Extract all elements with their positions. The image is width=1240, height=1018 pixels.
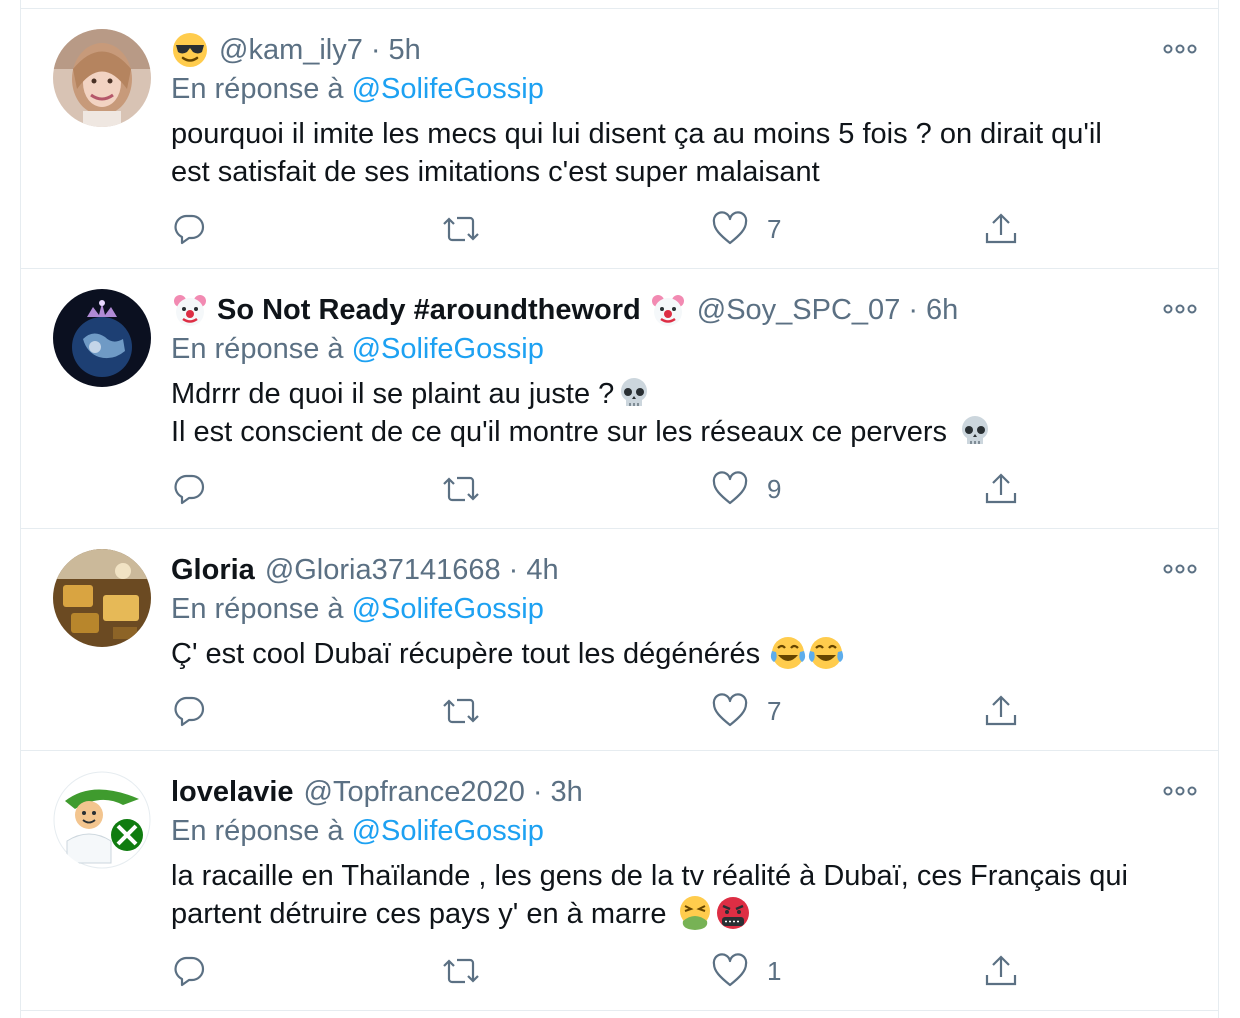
tweet-text: Mdrrr de quoi il se plaint au juste ? Il… bbox=[171, 375, 1181, 451]
tweet-actions: 1 bbox=[171, 951, 1071, 991]
tweet-text-line: Il est conscient de ce qu'il montre sur … bbox=[171, 413, 1181, 451]
sunglasses-emoji bbox=[171, 31, 209, 69]
cursing-emoji bbox=[715, 895, 751, 931]
skull-emoji bbox=[616, 375, 652, 411]
user-handle[interactable]: @kam_ily7 bbox=[219, 34, 363, 67]
tweet-text-line: est satisfait de ses imitations c'est su… bbox=[171, 156, 820, 188]
page: @kam_ily7 · 5h En réponse à @SolifeGossi… bbox=[0, 0, 1240, 1018]
retweet-icon[interactable] bbox=[441, 469, 481, 509]
user-handle[interactable]: @Gloria37141668 bbox=[265, 554, 501, 587]
reply-context: En réponse à @SolifeGossip bbox=[171, 333, 544, 366]
reply-prefix: En réponse à bbox=[171, 333, 344, 365]
separator-dot: · bbox=[908, 293, 918, 326]
tweet-actions: 7 bbox=[171, 691, 1071, 731]
timestamp[interactable]: 6h bbox=[926, 294, 958, 327]
tweet-text-line: Ç' est cool Dubaï récupère tout les dégé… bbox=[171, 635, 1181, 673]
tweet-text: Ç' est cool Dubaï récupère tout les dégé… bbox=[171, 635, 1181, 673]
heart-icon bbox=[711, 471, 749, 507]
tweet-text: la racaille en Thaïlande , les gens de l… bbox=[171, 857, 1181, 933]
tweet-actions: 9 bbox=[171, 469, 1071, 509]
share-icon[interactable] bbox=[983, 951, 1019, 991]
like-count: 9 bbox=[767, 473, 782, 504]
retweet-icon[interactable] bbox=[441, 951, 481, 991]
tweet-text-segment: partent détruire ces pays y' en à marre bbox=[171, 898, 667, 930]
timestamp[interactable]: 5h bbox=[389, 34, 421, 67]
reply-tweet[interactable]: So Not Ready #aroundtheword @Soy_SPC_07 … bbox=[21, 269, 1218, 529]
like-button[interactable]: 7 bbox=[711, 691, 781, 731]
reply-context: En réponse à @SolifeGossip bbox=[171, 593, 544, 626]
tweet-text-line: la racaille en Thaïlande , les gens de l… bbox=[171, 860, 1128, 892]
like-button[interactable]: 7 bbox=[711, 209, 781, 249]
reply-context: En réponse à @SolifeGossip bbox=[171, 815, 544, 848]
separator-dot: · bbox=[532, 775, 543, 808]
clown-emoji bbox=[649, 291, 687, 329]
tweet-actions: 7 bbox=[171, 209, 1071, 249]
retweet-icon[interactable] bbox=[441, 209, 481, 249]
user-handle[interactable]: @Topfrance2020 bbox=[304, 776, 525, 809]
share-icon[interactable] bbox=[983, 469, 1019, 509]
tweet-text-segment: Mdrrr de quoi il se plaint au juste ? bbox=[171, 378, 615, 410]
like-button[interactable]: 1 bbox=[711, 951, 781, 991]
tweet-header: @kam_ily7 · 5h bbox=[171, 30, 421, 70]
timestamp[interactable]: 3h bbox=[551, 776, 583, 809]
more-options-icon[interactable] bbox=[1160, 294, 1200, 324]
display-name[interactable]: So Not Ready #aroundtheword bbox=[217, 294, 641, 327]
tweet-text: pourquoi il imite les mecs qui lui disen… bbox=[171, 115, 1181, 191]
like-button[interactable]: 9 bbox=[711, 469, 781, 509]
reply-context: En réponse à @SolifeGossip bbox=[171, 73, 544, 106]
reply-prefix: En réponse à bbox=[171, 593, 344, 625]
reply-icon[interactable] bbox=[171, 691, 207, 731]
clown-emoji bbox=[171, 291, 209, 329]
reply-tweet[interactable]: lovelavie @Topfrance2020 · 3h En réponse… bbox=[21, 751, 1218, 1011]
reply-icon[interactable] bbox=[171, 951, 207, 991]
tears-of-joy-emoji bbox=[770, 635, 806, 671]
reply-icon[interactable] bbox=[171, 469, 207, 509]
reply-tweet[interactable]: @kam_ily7 · 5h En réponse à @SolifeGossi… bbox=[21, 9, 1218, 269]
user-handle[interactable]: @Soy_SPC_07 bbox=[697, 294, 901, 327]
heart-icon bbox=[711, 693, 749, 729]
more-options-icon[interactable] bbox=[1160, 554, 1200, 584]
avatar[interactable] bbox=[53, 29, 151, 127]
display-name[interactable]: lovelavie bbox=[171, 776, 294, 809]
share-icon[interactable] bbox=[983, 209, 1019, 249]
mention-link[interactable]: @SolifeGossip bbox=[352, 333, 544, 365]
more-options-icon[interactable] bbox=[1160, 34, 1200, 64]
retweet-icon[interactable] bbox=[441, 691, 481, 731]
reply-prefix: En réponse à bbox=[171, 815, 344, 847]
like-count: 7 bbox=[767, 213, 782, 244]
like-count: 1 bbox=[767, 955, 782, 986]
tweet-text-line: partent détruire ces pays y' en à marre bbox=[171, 895, 1181, 933]
tweet-text-line: Mdrrr de quoi il se plaint au juste ? bbox=[171, 375, 1181, 413]
mention-link[interactable]: @SolifeGossip bbox=[352, 593, 544, 625]
timestamp[interactable]: 4h bbox=[526, 554, 558, 587]
avatar[interactable] bbox=[53, 549, 151, 647]
mention-link[interactable]: @SolifeGossip bbox=[352, 73, 544, 105]
more-options-icon[interactable] bbox=[1160, 776, 1200, 806]
tweet-text-line: pourquoi il imite les mecs qui lui disen… bbox=[171, 118, 1102, 150]
avatar[interactable] bbox=[53, 771, 151, 869]
replies-timeline: @kam_ily7 · 5h En réponse à @SolifeGossi… bbox=[20, 0, 1219, 1018]
vomiting-emoji bbox=[677, 895, 713, 931]
tweet-text-segment: Il est conscient de ce qu'il montre sur … bbox=[171, 416, 948, 448]
reply-prefix: En réponse à bbox=[171, 73, 344, 105]
separator-dot: · bbox=[508, 553, 519, 586]
reply-tweet[interactable]: Gloria @Gloria37141668 · 4h En réponse à… bbox=[21, 529, 1218, 751]
tweet-header: lovelavie @Topfrance2020 · 3h bbox=[171, 772, 583, 812]
tweet-header: So Not Ready #aroundtheword @Soy_SPC_07 … bbox=[171, 290, 958, 330]
display-name[interactable]: Gloria bbox=[171, 554, 255, 587]
tweet-text-segment: Ç' est cool Dubaï récupère tout les dégé… bbox=[171, 638, 761, 670]
mention-link[interactable]: @SolifeGossip bbox=[352, 815, 544, 847]
skull-emoji bbox=[957, 413, 993, 449]
heart-icon bbox=[711, 211, 749, 247]
like-count: 7 bbox=[767, 695, 782, 726]
avatar[interactable] bbox=[53, 289, 151, 387]
reply-icon[interactable] bbox=[171, 209, 207, 249]
tears-of-joy-emoji bbox=[808, 635, 844, 671]
share-icon[interactable] bbox=[983, 691, 1019, 731]
tweet-header: Gloria @Gloria37141668 · 4h bbox=[171, 550, 559, 590]
heart-icon bbox=[711, 953, 749, 989]
separator-dot: · bbox=[370, 33, 381, 66]
